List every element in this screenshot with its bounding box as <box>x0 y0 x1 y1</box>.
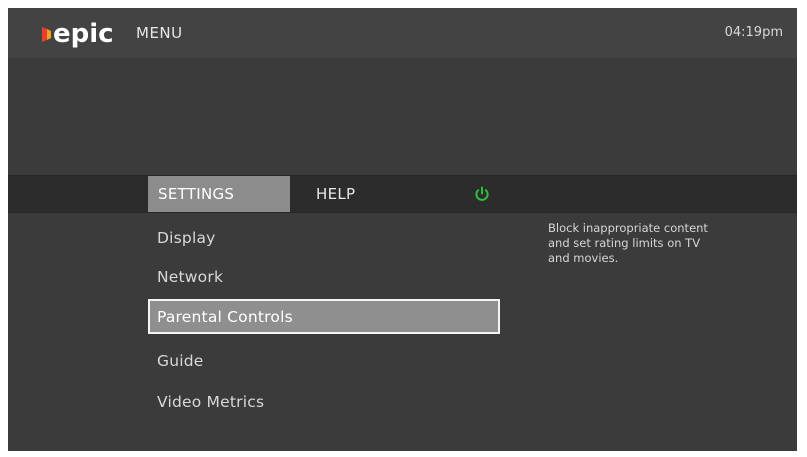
clock: 04:19pm <box>724 25 783 40</box>
item-description: Block inappropriate content and set rati… <box>548 221 708 265</box>
logo-text: epic <box>53 19 114 48</box>
tab-help-label: HELP <box>316 185 356 203</box>
tab-bar: SETTINGS HELP <box>8 175 797 213</box>
menu-item-guide[interactable]: Guide <box>148 345 500 377</box>
menu-item-label: Display <box>157 229 216 247</box>
power-button[interactable] <box>473 185 491 203</box>
menu-item-display[interactable]: Display <box>148 222 500 254</box>
tab-settings-label: SETTINGS <box>158 185 235 203</box>
tv-screen: epic MENU 04:19pm SETTINGS HELP Display … <box>8 8 797 451</box>
power-icon <box>475 186 489 201</box>
menu-item-parental-controls[interactable]: Parental Controls <box>148 299 500 334</box>
tab-help[interactable]: HELP <box>304 176 444 212</box>
header-bar: epic MENU 04:19pm <box>8 8 797 58</box>
menu-item-video-metrics[interactable]: Video Metrics <box>148 386 500 418</box>
epic-logo: epic <box>42 18 126 48</box>
menu-item-label: Parental Controls <box>157 307 293 326</box>
menu-item-network[interactable]: Network <box>148 261 500 293</box>
menu-item-label: Guide <box>157 352 204 370</box>
tab-settings[interactable]: SETTINGS <box>148 176 290 212</box>
menu-item-label: Video Metrics <box>157 393 265 411</box>
page-title: MENU <box>136 24 183 42</box>
epic-logo-icon: epic <box>42 19 114 48</box>
menu-item-label: Network <box>157 268 224 286</box>
